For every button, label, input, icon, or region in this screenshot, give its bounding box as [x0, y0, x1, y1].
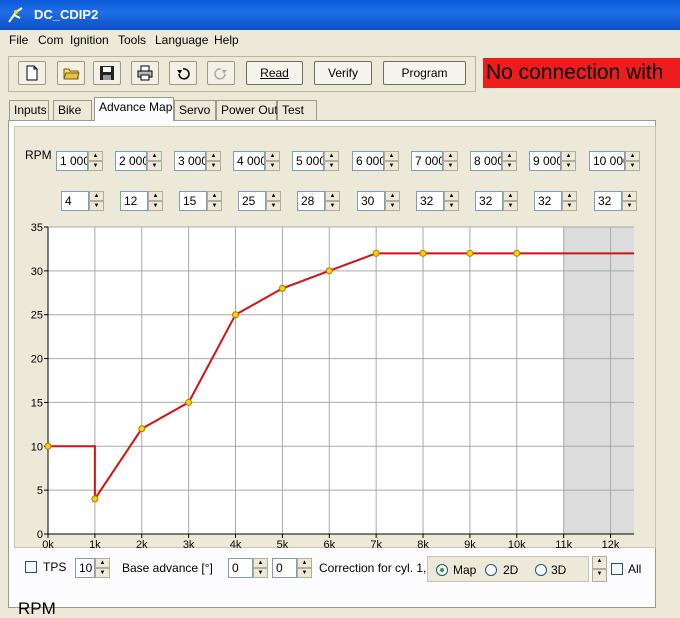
x-tick-label: 6k: [323, 539, 335, 551]
view-3d-radio[interactable]: [535, 564, 547, 576]
view-2d-radio[interactable]: [485, 564, 497, 576]
y-tick-label: 0: [37, 529, 43, 541]
view-spinner[interactable]: ▲ ▼: [592, 556, 607, 582]
corr1-down-arrow-icon[interactable]: ▼: [253, 568, 268, 578]
data-point: [232, 311, 240, 319]
view-map-radio[interactable]: [436, 564, 448, 576]
data-point: [419, 249, 427, 257]
x-tick-label: 8k: [417, 539, 429, 551]
correction-label: Correction for cyl. 1,2: [319, 561, 434, 575]
out-of-range-region: [563, 227, 634, 534]
data-point: [91, 495, 99, 503]
view-3d-label: 3D: [551, 563, 567, 577]
view-down-arrow-icon[interactable]: ▼: [592, 569, 607, 582]
data-point: [278, 284, 286, 292]
view-2d-label: 2D: [503, 563, 519, 577]
data-point: [372, 249, 380, 257]
tps-up-arrow-icon[interactable]: ▲: [95, 558, 110, 568]
data-point: [513, 249, 521, 257]
tps-label: TPS: [43, 560, 67, 574]
y-tick-label: 20: [31, 354, 43, 366]
data-point: [466, 249, 474, 257]
x-tick-label: 11k: [555, 539, 572, 551]
data-point: [138, 425, 146, 433]
view-map-label: Map: [453, 563, 477, 577]
corr2-value[interactable]: 0: [272, 558, 297, 578]
corr1-value[interactable]: 0: [228, 558, 253, 578]
y-tick-label: 10: [31, 441, 43, 453]
x-tick-label: 4k: [230, 539, 242, 551]
corr2-up-arrow-icon[interactable]: ▲: [297, 558, 312, 568]
x-tick-label: 10k: [508, 539, 526, 551]
x-tick-label: 1k: [89, 539, 101, 551]
x-tick-label: 0k: [42, 539, 54, 551]
y-tick-label: 25: [31, 310, 43, 322]
tab-advance-map-label: Advance Map: [99, 100, 173, 114]
data-point: [44, 442, 52, 450]
base-advance-label: Base advance [°]: [122, 561, 213, 575]
x-tick-label: 2k: [136, 539, 148, 551]
x-tick-label: 7k: [370, 539, 382, 551]
advance-chart[interactable]: 0k 1k 2k 3k 4k 5k 6k 7k 8k 9k 10k 11k 12k 0 5 10 15 20 25 3…: [0, 0, 680, 610]
x-tick-label: 12k: [602, 539, 620, 551]
y-tick-label: 30: [31, 266, 43, 278]
tab-advance-map[interactable]: Advance Map: [94, 97, 174, 121]
data-point: [325, 267, 333, 275]
x-tick-label: 9k: [464, 539, 476, 551]
view-up-arrow-icon[interactable]: ▲: [592, 556, 607, 569]
all-label: All: [628, 562, 642, 576]
y-tick-label: 35: [31, 222, 43, 234]
tps-value[interactable]: 10: [75, 558, 95, 578]
data-point: [185, 398, 193, 406]
x-tick-label: 3k: [183, 539, 195, 551]
y-tick-label: 5: [37, 485, 43, 497]
corr2-down-arrow-icon[interactable]: ▼: [297, 568, 312, 578]
y-tick-label: 15: [31, 397, 43, 409]
tps-checkbox[interactable]: [25, 561, 37, 573]
tps-down-arrow-icon[interactable]: ▼: [95, 568, 110, 578]
cut-off-label: RPM: [18, 599, 56, 618]
plot-area: [48, 227, 634, 534]
x-tick-label: 5k: [277, 539, 289, 551]
corr1-up-arrow-icon[interactable]: ▲: [253, 558, 268, 568]
all-checkbox[interactable]: [611, 563, 623, 575]
